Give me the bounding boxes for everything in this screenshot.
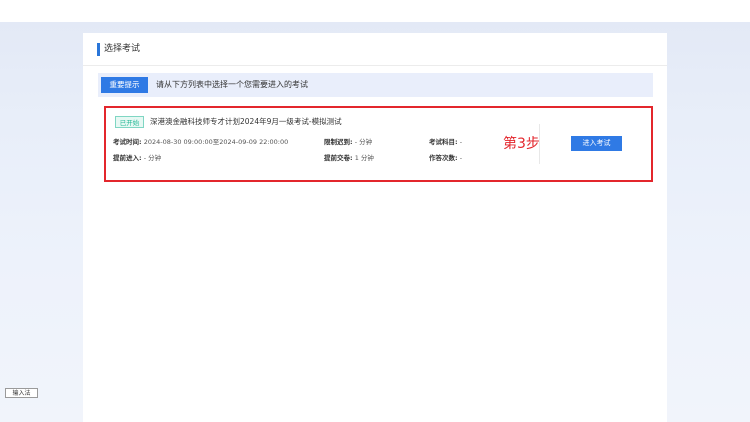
early-enter-field: 提前进入: - 分钟 bbox=[113, 153, 161, 163]
exam-time-field: 考试时间: 2024-08-30 09:00:00至2024-09-09 22:… bbox=[113, 137, 288, 147]
important-tip-badge: 重要提示 bbox=[101, 77, 148, 93]
exam-title: 深港澳金融科技师专才计划2024年9月一级考试-模拟测试 bbox=[150, 117, 342, 126]
exam-card: 已开始 深港澳金融科技师专才计划2024年9月一级考试-模拟测试 考试时间: 2… bbox=[104, 106, 653, 182]
early-enter-label: 提前进入: bbox=[113, 154, 142, 162]
card-divider bbox=[539, 124, 540, 164]
early-submit-field: 提前交卷: 1 分钟 bbox=[324, 153, 374, 163]
panel-header: 选择考试 bbox=[83, 33, 667, 66]
subject-label: 考试科目: bbox=[429, 138, 458, 146]
attempts-field: 作答次数: - bbox=[429, 153, 462, 163]
enter-exam-button[interactable]: 进入考试 bbox=[571, 136, 622, 151]
notice-bar: 重要提示 请从下方列表中选择一个您需要进入的考试 bbox=[98, 73, 653, 97]
attempts-label: 作答次数: bbox=[429, 154, 458, 162]
title-accent-bar bbox=[97, 43, 100, 56]
notice-text: 请从下方列表中选择一个您需要进入的考试 bbox=[156, 80, 308, 89]
subject-value: - bbox=[459, 138, 463, 146]
exam-selection-panel: 选择考试 重要提示 请从下方列表中选择一个您需要进入的考试 已开始 深港澳金融科… bbox=[83, 33, 667, 422]
step-annotation: 第3步 bbox=[503, 136, 540, 152]
early-enter-value: - 分钟 bbox=[143, 154, 162, 162]
early-submit-value: 1 分钟 bbox=[354, 154, 374, 162]
subject-field: 考试科目: - bbox=[429, 137, 462, 147]
exam-time-value: 2024-08-30 09:00:00至2024-09-09 22:00:00 bbox=[143, 138, 289, 146]
late-limit-field: 限制迟到: - 分钟 bbox=[324, 137, 372, 147]
late-limit-label: 限制迟到: bbox=[324, 138, 353, 146]
attempts-value: - bbox=[459, 154, 463, 162]
page-title: 选择考试 bbox=[104, 44, 141, 54]
exam-time-label: 考试时间: bbox=[113, 138, 142, 146]
input-method-indicator[interactable]: 输入法 bbox=[5, 388, 38, 398]
late-limit-value: - 分钟 bbox=[354, 138, 373, 146]
early-submit-label: 提前交卷: bbox=[324, 154, 353, 162]
status-badge: 已开始 bbox=[115, 116, 144, 128]
